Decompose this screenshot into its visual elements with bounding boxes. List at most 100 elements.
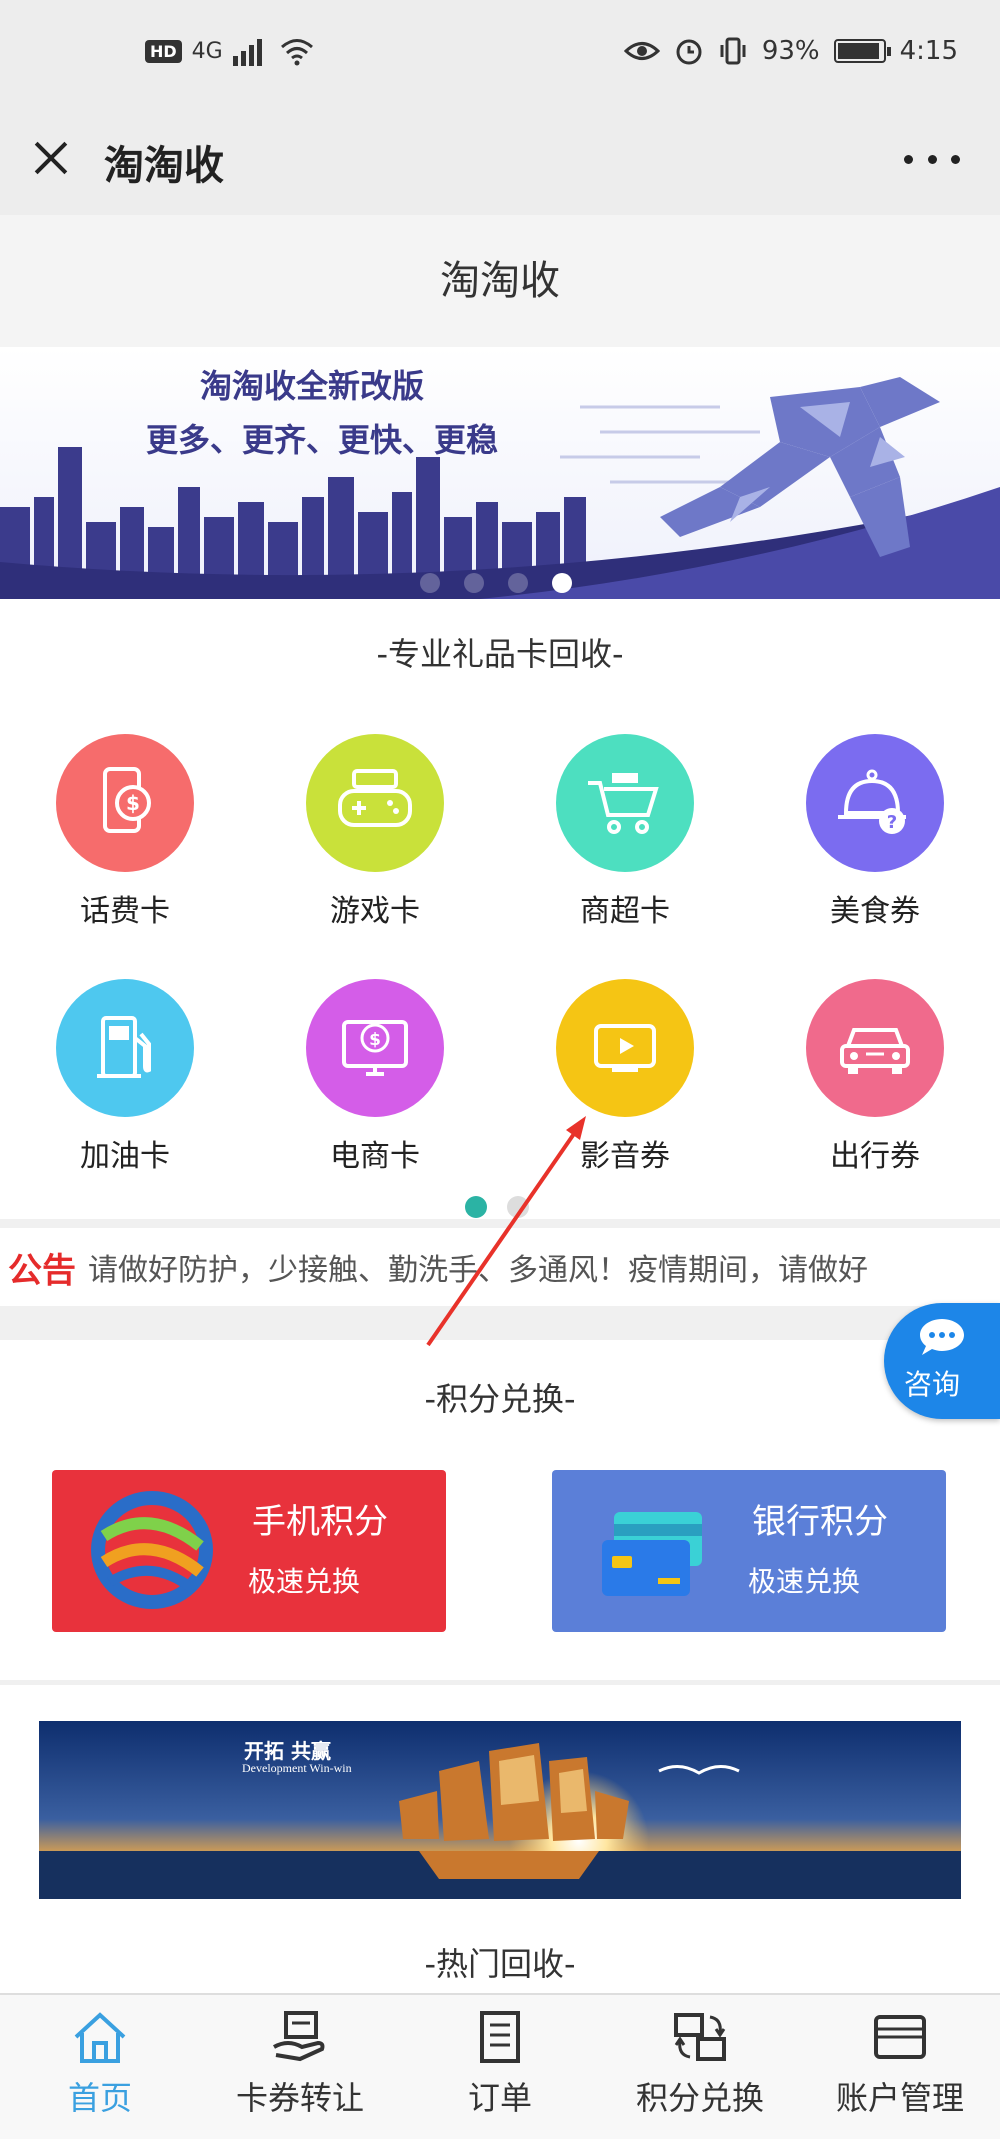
- gift-card-circle: $: [56, 734, 194, 872]
- gift-card-media[interactable]: 影音券: [500, 979, 750, 1199]
- points-section: -积分兑换- 手机积分 极速兑换 银行积分 极速兑换: [0, 1340, 1000, 1680]
- fuel-pump-icon: [97, 1016, 151, 1078]
- gift-card-label: 加油卡: [80, 1139, 170, 1174]
- gift-card-pagination: [465, 1196, 529, 1218]
- tab-label: 订单: [467, 2079, 532, 2117]
- gift-card-label: 游戏卡: [330, 894, 420, 929]
- bottom-tab-bar: 首页 卡券转让 订单 积分兑换 账户管理: [0, 1993, 1000, 2139]
- car-icon: [840, 1028, 910, 1074]
- gift-card-label: 影音券: [580, 1139, 670, 1174]
- hd-badge: HD: [145, 39, 182, 63]
- tab-label: 积分兑换: [635, 2079, 764, 2117]
- gift-card-ecommerce[interactable]: $ 电商卡: [250, 979, 500, 1199]
- home-icon: [74, 2012, 126, 2063]
- alarm-icon: [676, 39, 702, 65]
- consult-label: 咨询: [904, 1368, 961, 1401]
- window-title: 淘淘收: [104, 143, 224, 189]
- gift-card-label: 出行券: [830, 1139, 920, 1174]
- gamepad-icon: [338, 769, 412, 827]
- battery-icon: [833, 39, 891, 63]
- mobile-points-title: 手机积分: [252, 1502, 388, 1542]
- banner-artwork: [0, 347, 1000, 599]
- gift-card-game[interactable]: 游戏卡: [250, 734, 500, 954]
- notice-bar[interactable]: 公告 请做好防护，少接触、勤洗手、多通风！疫情期间，请做好: [0, 1228, 1000, 1306]
- tab-orders[interactable]: 订单: [400, 1995, 600, 2139]
- notice-label: 公告: [8, 1250, 76, 1291]
- exchange-icon: [674, 2013, 726, 2061]
- bank-points-title: 银行积分: [752, 1502, 888, 1542]
- gift-card-circle: $: [306, 979, 444, 1117]
- gift-card-travel[interactable]: 出行券: [750, 979, 1000, 1199]
- gift-card-circle: ?: [806, 734, 944, 872]
- gift-card-supermarket[interactable]: 商超卡: [500, 734, 750, 954]
- title-bar: 淘淘收: [0, 115, 1000, 215]
- hero-banner[interactable]: 淘淘收全新改版 更多、更齐、更快、更稳: [0, 347, 1000, 599]
- wallet-icon: [874, 2015, 926, 2059]
- gift-card-circle: [556, 979, 694, 1117]
- network-label: 4G: [191, 38, 223, 64]
- gift-card-phone[interactable]: $ 话费卡: [0, 734, 250, 954]
- promo-banner-title: 开拓 共赢: [244, 1739, 331, 1763]
- tab-home[interactable]: 首页: [0, 1995, 200, 2139]
- banner-subtitle: 更多、更齐、更快、更稳: [146, 421, 499, 459]
- gift-card-fuel[interactable]: 加油卡: [0, 979, 250, 1199]
- more-options-button[interactable]: [904, 149, 960, 169]
- hot-section-title: -热门回收-: [424, 1945, 576, 1983]
- bank-card-icon: [602, 1512, 702, 1596]
- tab-account[interactable]: 账户管理: [800, 1995, 1000, 2139]
- points-section-title: -积分兑换-: [424, 1380, 576, 1418]
- status-bar: HD 4G 93% 4:15: [0, 0, 1000, 115]
- banner-dot[interactable]: [420, 573, 440, 593]
- cart-icon: [588, 773, 659, 834]
- gift-card-label: 话费卡: [80, 894, 170, 929]
- gift-card-label: 电商卡: [330, 1139, 420, 1174]
- document-list-icon: [480, 2011, 520, 2063]
- notice-text: 请做好防护，少接触、勤洗手、多通风！疫情期间，请做好: [88, 1253, 868, 1288]
- status-left: HD 4G: [145, 36, 315, 66]
- tab-points-exchange[interactable]: 积分兑换: [600, 1995, 800, 2139]
- svg-text:?: ?: [887, 812, 897, 833]
- banner-pagination: [420, 573, 572, 593]
- promo-banner-subtitle: Development Win-win: [242, 1761, 352, 1775]
- gift-card-section: -专业礼品卡回收- $ 话费卡 游戏卡 商超卡 ? 美食券 加油卡 $ 电商卡 …: [0, 599, 1000, 1219]
- promo-banner[interactable]: 开拓 共赢 Development Win-win: [39, 1721, 961, 1899]
- gift-card-label: 美食券: [830, 894, 920, 929]
- close-button[interactable]: [28, 135, 74, 181]
- phone-dollar-icon: $: [103, 767, 151, 833]
- sailing-ship-image: [39, 1721, 961, 1899]
- chat-bubble-icon: [920, 1319, 964, 1355]
- consult-button[interactable]: 咨询: [884, 1303, 1000, 1419]
- svg-text:$: $: [369, 1030, 381, 1050]
- svg-text:$: $: [126, 791, 140, 815]
- tab-card-transfer[interactable]: 卡券转让: [200, 1995, 400, 2139]
- page-title: 淘淘收: [0, 215, 1000, 347]
- clock: 4:15: [899, 36, 958, 66]
- grid-page-dot[interactable]: [465, 1196, 487, 1218]
- gift-card-food[interactable]: ? 美食券: [750, 734, 1000, 954]
- status-right: 93% 4:15: [623, 36, 958, 66]
- banner-dot[interactable]: [464, 573, 484, 593]
- china-mobile-logo-icon: [91, 1491, 213, 1609]
- grid-page-dot[interactable]: [507, 1196, 529, 1218]
- gift-card-circle: [806, 979, 944, 1117]
- gift-card-label: 商超卡: [580, 894, 670, 929]
- tab-label: 卡券转让: [235, 2079, 364, 2117]
- banner-title: 淘淘收全新改版: [200, 367, 425, 405]
- food-cover-icon: ?: [838, 769, 906, 834]
- mobile-points-card[interactable]: 手机积分 极速兑换: [52, 1470, 446, 1632]
- card-hand-icon: [273, 2011, 325, 2062]
- banner-dot[interactable]: [552, 573, 572, 593]
- gift-card-circle: [556, 734, 694, 872]
- hot-section: -热门回收-: [0, 1925, 1000, 1993]
- bank-points-card[interactable]: 银行积分 极速兑换: [552, 1470, 946, 1632]
- mobile-points-subtitle: 极速兑换: [248, 1565, 361, 1598]
- gift-card-section-title: -专业礼品卡回收-: [376, 635, 624, 673]
- tv-play-icon: [594, 1024, 656, 1072]
- vibrate-icon: [720, 37, 746, 65]
- banner-dot[interactable]: [508, 573, 528, 593]
- tab-label: 首页: [67, 2079, 132, 2117]
- wifi-icon: [280, 39, 313, 66]
- promo-banner-section: 开拓 共赢 Development Win-win: [0, 1685, 1000, 1925]
- monitor-dollar-icon: $: [342, 1020, 408, 1076]
- gift-card-circle: [56, 979, 194, 1117]
